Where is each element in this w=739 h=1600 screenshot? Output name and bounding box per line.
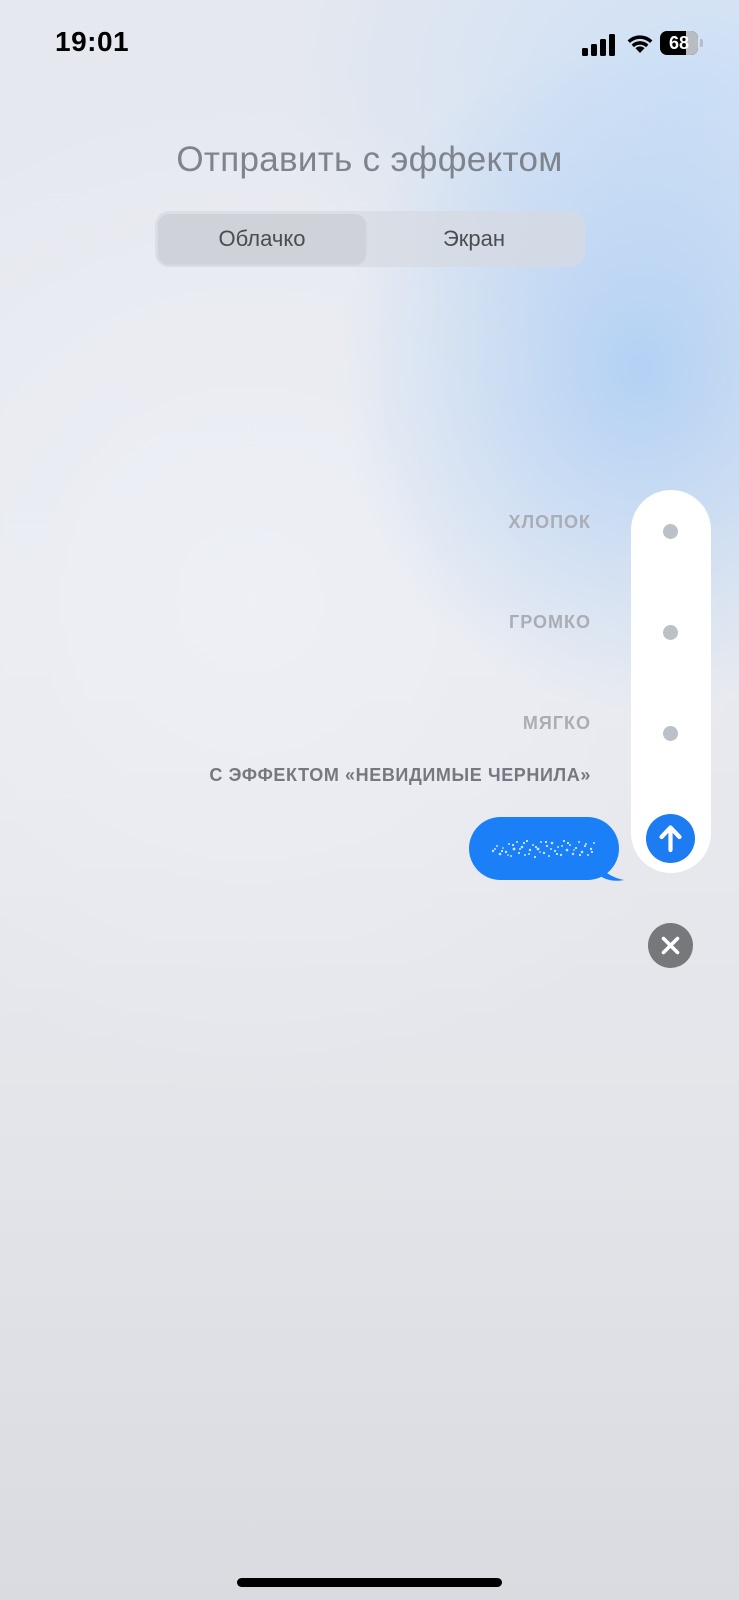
battery-icon: 68 (660, 31, 704, 55)
send-button[interactable] (646, 814, 695, 863)
battery-body: 68 (660, 31, 698, 55)
effect-label-slam[interactable]: ХЛОПОК (508, 512, 591, 533)
effect-radio-gentle[interactable] (663, 726, 678, 741)
effect-radio-loud[interactable] (663, 625, 678, 640)
wifi-icon (626, 31, 654, 55)
effect-type-segmented-control: Облачко Экран (155, 211, 585, 267)
invisible-ink-particles (491, 839, 595, 859)
home-indicator[interactable] (237, 1578, 502, 1587)
effect-label-gentle[interactable]: МЯГКО (523, 713, 591, 734)
effect-label-loud[interactable]: ГРОМКО (509, 612, 591, 633)
close-button[interactable] (648, 923, 693, 968)
effect-label-invisible-ink[interactable]: С ЭФФЕКТОМ «НЕВИДИМЫЕ ЧЕРНИЛА» (209, 765, 591, 786)
effect-radio-slam[interactable] (663, 524, 678, 539)
status-bar: 19:01 68 (0, 0, 739, 90)
signal-icon (582, 34, 616, 56)
battery-tip (700, 39, 703, 47)
arrow-up-icon (659, 825, 682, 853)
page-title: Отправить с эффектом (176, 140, 563, 179)
tab-bubble[interactable]: Облачко (158, 214, 366, 264)
battery-level: 68 (668, 33, 690, 53)
tab-screen[interactable]: Экран (366, 214, 582, 264)
message-bubble-invisible-ink[interactable] (469, 817, 619, 880)
close-icon (661, 936, 680, 955)
status-time: 19:01 (55, 26, 130, 57)
